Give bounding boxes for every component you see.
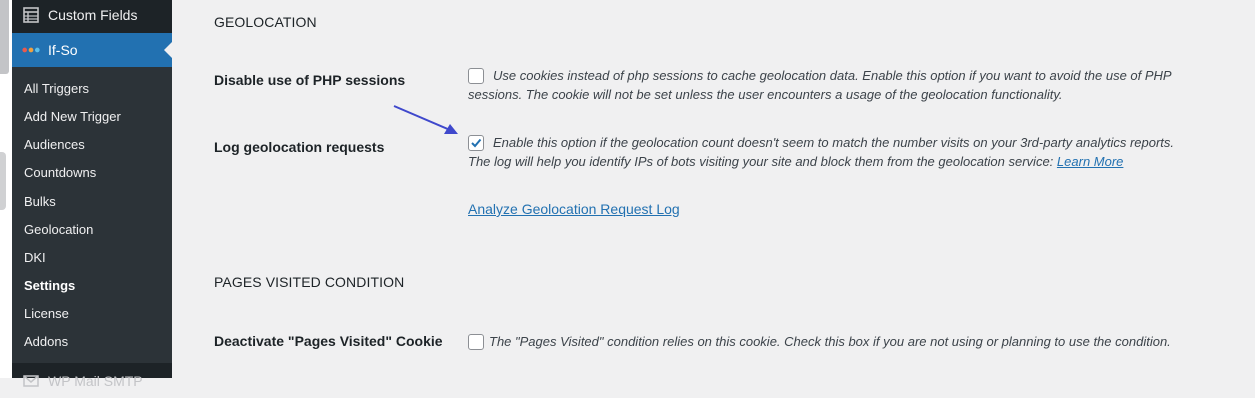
settings-content: GEOLOCATION Disable use of PHP sessions …	[172, 0, 1255, 378]
menu-custom-fields-label: Custom Fields	[48, 7, 138, 23]
log-requests-desc-line2: The log will help you identify IPs of bo…	[468, 152, 1123, 171]
menu-wp-mail-smtp[interactable]: WP Mail SMTP	[12, 364, 172, 398]
disable-sessions-label: Disable use of PHP sessions	[214, 72, 406, 88]
window-edge-handle[interactable]	[0, 152, 6, 210]
log-requests-desc-line1: Enable this option if the geolocation co…	[493, 135, 1175, 150]
menu-custom-fields[interactable]: Custom Fields	[12, 0, 172, 32]
deactivate-cookie-label: Deactivate "Pages Visited" Cookie	[214, 333, 443, 349]
log-requests-checkbox[interactable]	[468, 135, 484, 151]
menu-wp-mail-smtp-label: WP Mail SMTP	[48, 373, 143, 389]
learn-more-link[interactable]: Learn More	[1057, 154, 1123, 169]
admin-sidebar: Custom Fields If-So All Triggers Add New…	[12, 0, 172, 389]
submenu-settings[interactable]: Settings	[24, 277, 75, 295]
disable-sessions-checkbox[interactable]	[468, 68, 484, 84]
submenu-geolocation[interactable]: Geolocation	[24, 221, 93, 239]
disable-sessions-desc-line1: Use cookies instead of php sessions to c…	[493, 68, 1172, 83]
deactivate-cookie-desc: The "Pages Visited" condition relies on …	[489, 334, 1171, 349]
submenu-countdowns[interactable]: Countdowns	[24, 164, 96, 182]
if-so-submenu: All Triggers Add New Trigger Audiences C…	[12, 67, 172, 363]
menu-if-so[interactable]: If-So	[12, 33, 172, 67]
mail-icon	[22, 372, 40, 390]
log-requests-desc-text: The log will help you identify IPs of bo…	[468, 154, 1054, 169]
geolocation-heading: GEOLOCATION	[214, 14, 317, 30]
table-icon	[22, 6, 40, 24]
submenu-add-new-trigger[interactable]: Add New Trigger	[24, 108, 121, 126]
menu-if-so-label: If-So	[48, 42, 78, 58]
submenu-addons[interactable]: Addons	[24, 333, 68, 351]
submenu-dki[interactable]: DKI	[24, 249, 46, 267]
if-so-logo-icon	[22, 41, 40, 59]
window-edge	[0, 0, 12, 378]
deactivate-cookie-checkbox[interactable]	[468, 334, 484, 350]
checkmark-icon	[471, 138, 482, 148]
log-requests-label: Log geolocation requests	[214, 139, 385, 155]
pages-visited-heading: PAGES VISITED CONDITION	[214, 274, 405, 290]
disable-sessions-desc-line2: sessions. The cookie will not be set unl…	[468, 87, 1063, 102]
submenu-license[interactable]: License	[24, 305, 69, 323]
submenu-audiences[interactable]: Audiences	[24, 136, 85, 154]
analyze-log-link[interactable]: Analyze Geolocation Request Log	[468, 201, 680, 217]
window-edge-knob	[0, 0, 9, 74]
submenu-all-triggers[interactable]: All Triggers	[24, 80, 89, 98]
annotation-arrow-icon	[393, 105, 458, 134]
submenu-bulks[interactable]: Bulks	[24, 193, 56, 211]
